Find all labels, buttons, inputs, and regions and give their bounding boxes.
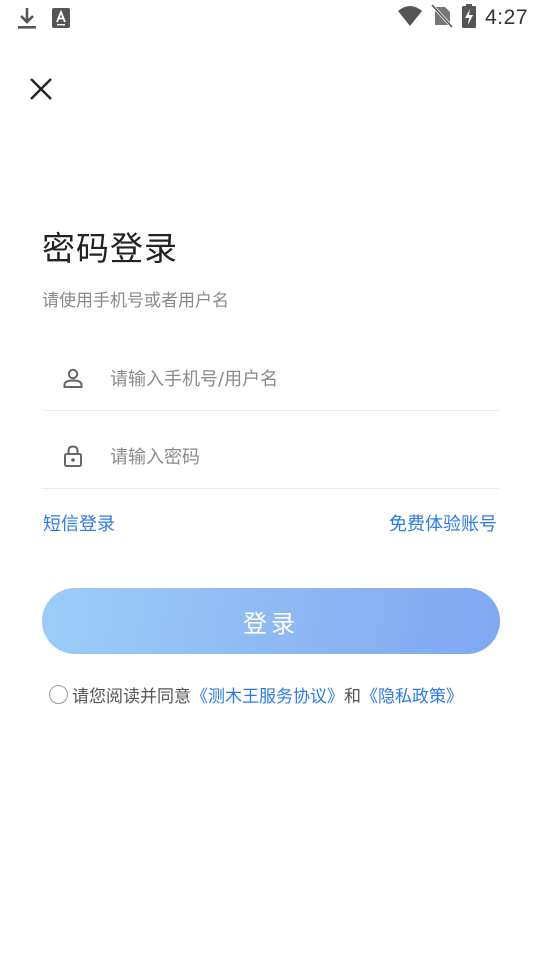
agreement-and: 和 [344, 687, 361, 707]
username-input[interactable] [108, 363, 488, 395]
password-field [42, 411, 499, 489]
login-screen: 4:27 密码登录 请使用手机号或者用户名 请输入手机号/用户名 短信登录 免费… [0, 0, 540, 960]
no-sim-icon [431, 3, 454, 32]
service-agreement-link[interactable]: 《测木王服务协议》 [191, 682, 344, 707]
status-bar-system: 4:27 [397, 3, 528, 32]
download-icon [16, 6, 38, 34]
battery-charging-icon [461, 4, 477, 32]
wifi-icon [397, 5, 423, 31]
page-subtitle: 请使用手机号或者用户名 [42, 291, 229, 311]
agreement-prefix: 请您阅读并同意 [72, 687, 191, 707]
agreement-checkbox[interactable] [49, 685, 68, 704]
username-field [42, 333, 499, 411]
privacy-policy-link[interactable]: 《隐私政策》 [361, 682, 463, 707]
close-icon [30, 78, 52, 100]
agreement-row: 请您阅读并同意 《测木王服务协议》 和 《隐私政策》 [49, 682, 463, 707]
password-input[interactable] [108, 441, 488, 473]
close-button[interactable] [24, 72, 58, 106]
status-bar: 4:27 [0, 0, 540, 36]
text-notification-icon [52, 8, 70, 32]
page-title: 密码登录 [42, 229, 178, 268]
free-trial-account-link[interactable]: 免费体验账号 [389, 510, 497, 536]
user-icon [61, 366, 85, 390]
login-button[interactable]: 登录 [42, 588, 500, 654]
sms-login-link[interactable]: 短信登录 [43, 510, 115, 536]
status-time: 4:27 [485, 6, 528, 29]
status-bar-notifications [16, 6, 70, 34]
lock-icon [61, 444, 85, 468]
